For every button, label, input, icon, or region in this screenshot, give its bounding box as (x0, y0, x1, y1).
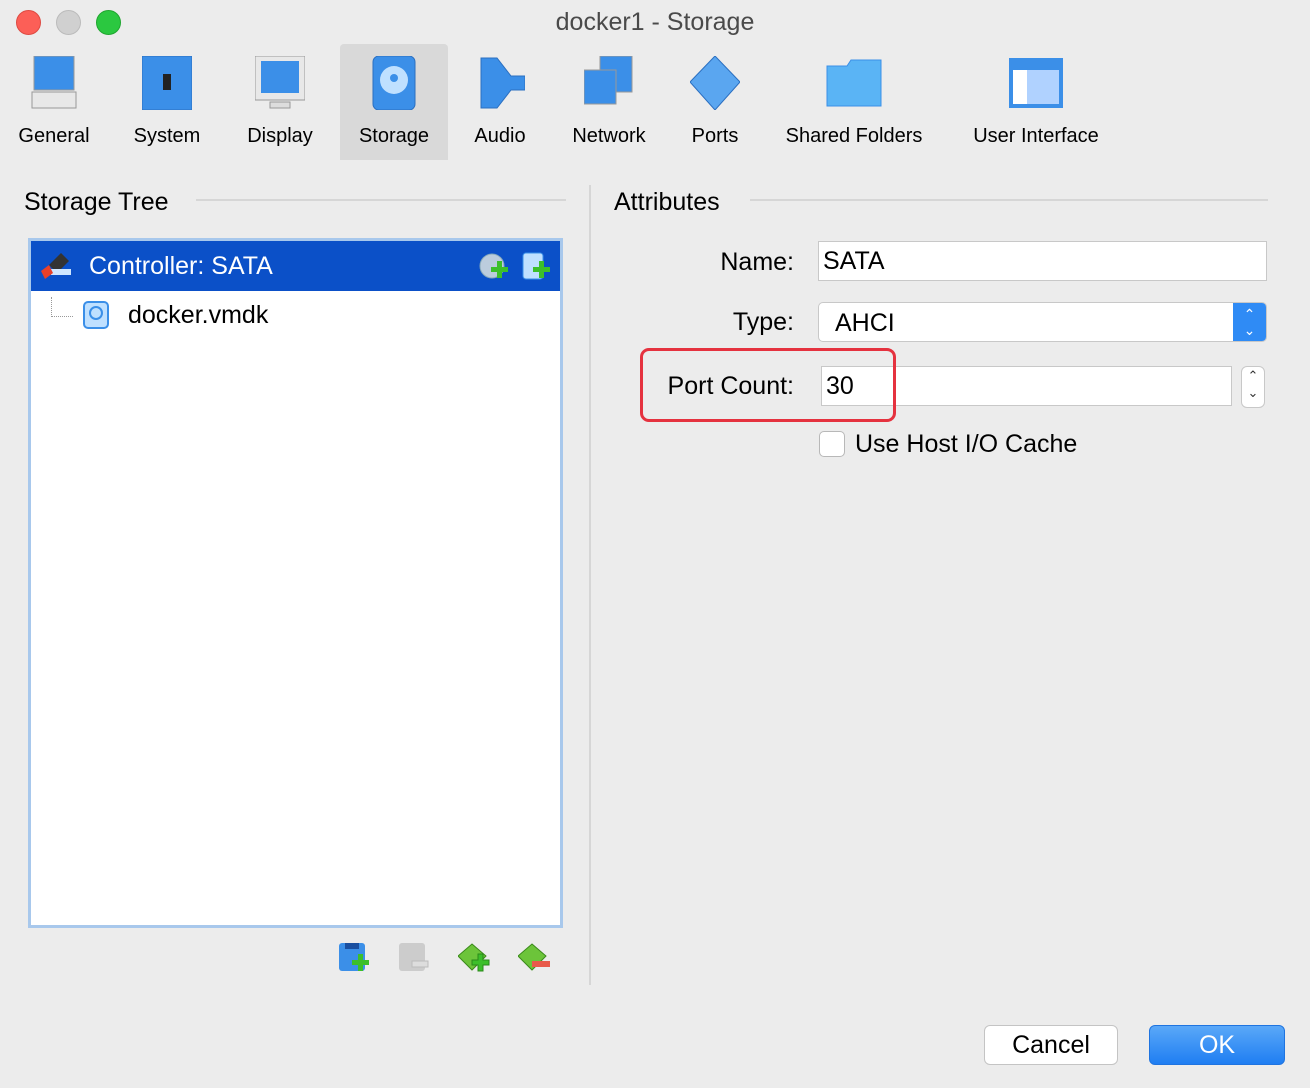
add-controller-icon[interactable] (338, 942, 370, 974)
tree-item-controller-sata[interactable]: Controller: SATA (31, 241, 560, 291)
divider (750, 199, 1268, 201)
attributes-heading: Attributes (614, 188, 720, 216)
tab-display[interactable]: Display (230, 44, 330, 160)
network-icon (584, 56, 633, 105)
speaker-icon (480, 57, 525, 109)
storage-tree-heading: Storage Tree (24, 188, 169, 216)
type-label: Type: (732, 308, 794, 336)
window-title: docker1 - Storage (555, 8, 755, 36)
tab-user-interface[interactable]: User Interface (958, 44, 1114, 160)
controller-icon (41, 253, 71, 279)
ok-button[interactable]: OK (1149, 1025, 1285, 1065)
title-bar: docker1 - Storage (0, 0, 1310, 44)
highlight-annotation (640, 348, 896, 422)
minimize-button[interactable] (56, 10, 81, 35)
tree-connector (51, 297, 73, 317)
tab-system[interactable]: System (117, 44, 217, 160)
disk-label: docker.vmdk (128, 301, 269, 329)
panel-divider (589, 185, 591, 985)
name-input[interactable]: SATA (818, 241, 1267, 281)
folder-icon (826, 59, 882, 107)
type-value: AHCI (835, 309, 895, 337)
name-label: Name: (720, 248, 794, 276)
tab-storage[interactable]: Storage (340, 44, 448, 160)
add-attachment-icon[interactable] (458, 942, 492, 974)
divider (196, 199, 566, 201)
general-monitor-icon (31, 56, 77, 109)
zoom-button[interactable] (96, 10, 121, 35)
add-optical-drive-icon[interactable] (479, 253, 509, 281)
hard-disk-icon (83, 301, 109, 329)
tab-audio[interactable]: Audio (455, 44, 545, 160)
storage-disk-icon (372, 56, 416, 110)
tab-general[interactable]: General (4, 44, 104, 160)
user-interface-icon (1009, 58, 1063, 108)
remove-controller-icon (399, 943, 429, 971)
close-button[interactable] (16, 10, 41, 35)
port-count-stepper[interactable]: ⌃ ⌄ (1241, 366, 1265, 408)
display-icon (255, 56, 305, 109)
storage-tree[interactable]: Controller: SATA docker.vmdk (28, 238, 563, 928)
controller-label: Controller: SATA (89, 252, 273, 280)
tab-network[interactable]: Network (559, 44, 659, 160)
remove-attachment-icon[interactable] (518, 942, 552, 974)
system-chip-icon (142, 56, 192, 110)
host-io-cache-label: Use Host I/O Cache (855, 430, 1078, 458)
ports-icon (690, 56, 740, 110)
tree-item-docker-vmdk[interactable]: docker.vmdk (81, 299, 561, 333)
cancel-button[interactable]: Cancel (984, 1025, 1118, 1065)
type-select[interactable]: AHCI ⌃ ⌄ (818, 302, 1267, 342)
host-io-cache-checkbox[interactable] (819, 431, 845, 457)
chevron-updown-icon: ⌃ ⌄ (1233, 303, 1266, 341)
add-hard-disk-icon[interactable] (521, 252, 551, 282)
tab-ports[interactable]: Ports (675, 44, 755, 160)
tab-shared-folders[interactable]: Shared Folders (774, 44, 934, 160)
